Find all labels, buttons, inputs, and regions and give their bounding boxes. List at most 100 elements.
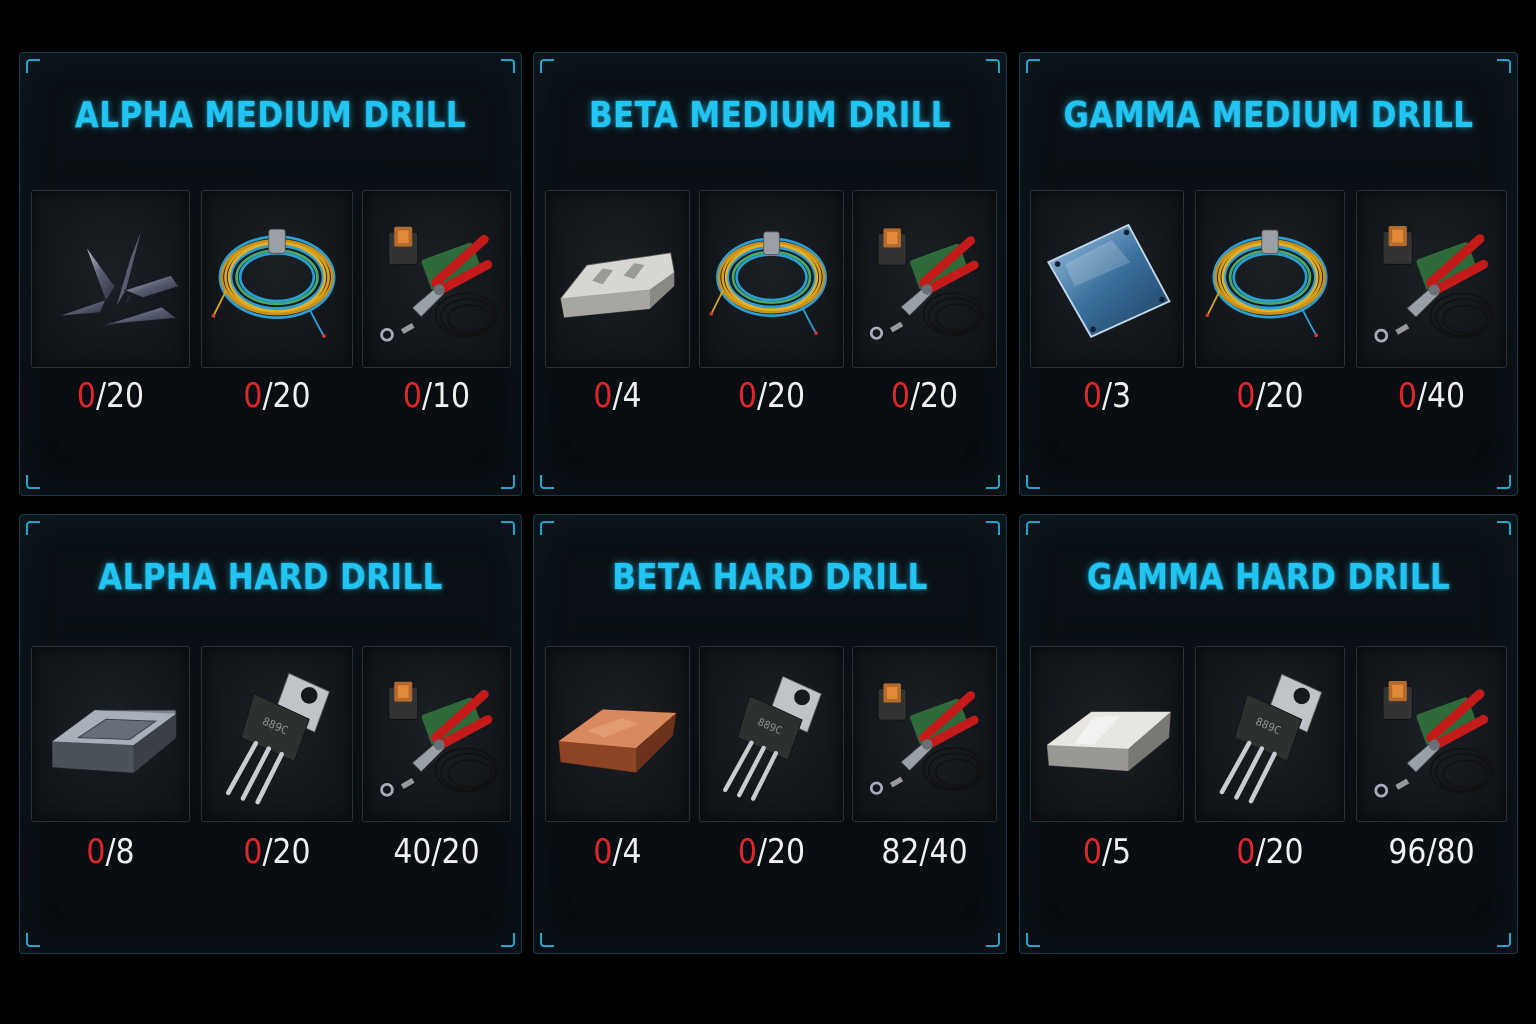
owned-amount: 0 [737,832,757,872]
recipe-title: ALPHA HARD DRILL [98,557,443,598]
frame-corner [1497,933,1511,947]
ingredient-slot[interactable] [1195,190,1345,368]
ingredient-count: 0/20 [41,376,181,416]
ingredient-slot[interactable] [545,646,690,822]
ingredient-count: 0/8 [41,832,181,872]
metal-bar-icon [552,197,683,361]
required-amount: /8 [105,832,135,872]
owned-amount: 0 [243,376,263,416]
ingredient-slot[interactable] [31,646,190,822]
ingredient-slot[interactable] [1030,190,1184,368]
recipe-title: BETA MEDIUM DRILL [589,95,951,136]
frame-corner [986,933,1000,947]
ingredient-slot[interactable] [852,646,997,822]
glass-plate-icon [1037,197,1177,361]
owned-amount: 0 [593,376,613,416]
owned-amount: 0 [1082,376,1102,416]
ingredient-slot[interactable] [852,190,997,368]
owned-amount: 96 [1388,832,1427,872]
ingredient-count: 0/20 [1204,832,1336,872]
owned-amount: 0 [86,832,106,872]
frame-corner [1026,475,1040,489]
frame-corner [1497,521,1511,535]
owned-amount: 0 [737,376,757,416]
frame-corner [26,521,40,535]
tool-kit-icon [369,197,504,361]
ingredient-count: 0/4 [554,376,682,416]
ingredient-slot[interactable]: 889C [1195,646,1345,822]
ingredient-slot[interactable] [31,190,190,368]
frame-corner [540,521,554,535]
recipe-title: GAMMA MEDIUM DRILL [1063,95,1474,136]
required-amount: /20 [262,376,311,416]
recipe-title: BETA HARD DRILL [612,557,928,598]
ingredient-slot[interactable] [545,190,690,368]
owned-amount: 0 [243,832,263,872]
owned-amount: 82 [881,832,920,872]
owned-amount: 0 [402,376,422,416]
required-amount: /10 [421,376,471,416]
ingredient-count: 0/3 [1039,376,1175,416]
required-amount: /3 [1101,376,1132,416]
ingredient-slot[interactable] [1030,646,1184,822]
metal-shards-icon [38,197,183,361]
ingredient-slot[interactable] [699,190,844,368]
owned-amount: 0 [1397,376,1417,416]
recipe-title: GAMMA HARD DRILL [1086,557,1451,598]
frame-corner [540,933,554,947]
frame-corner [540,59,554,73]
required-amount: /20 [756,832,806,872]
frame-corner [1497,475,1511,489]
required-amount: /40 [1416,376,1466,416]
required-amount: /4 [612,376,642,416]
required-amount: /80 [1426,832,1475,872]
ingredient-count: 0/20 [1204,376,1336,416]
ingredient-count: 82/40 [861,832,989,872]
silver-ingot-icon [1037,653,1177,815]
ingredient-count: 40/20 [371,832,502,872]
frame-corner [501,475,515,489]
ingredient-slot[interactable] [1356,190,1507,368]
frame-corner [501,521,515,535]
ingredient-slot[interactable]: 889C [201,646,353,822]
drill-crafting-screen: ALPHA MEDIUM DRILL 0/20 0/20 0/10 BETA M… [0,0,1536,1024]
ingredient-slot[interactable] [201,190,353,368]
owned-amount: 0 [1236,376,1256,416]
ingredient-count: 0/40 [1365,376,1498,416]
wire-coil-icon [706,197,837,361]
wire-coil-icon [208,197,346,361]
tool-kit-icon [859,197,990,361]
owned-amount: 0 [76,376,96,416]
steel-ingot-icon [38,653,183,815]
frame-corner [1026,59,1040,73]
transistor-icon: 889C [1202,653,1338,815]
frame-corner [26,933,40,947]
ingredient-count: 0/20 [210,832,344,872]
ingredient-count: 0/20 [210,376,344,416]
ingredient-count: 0/10 [371,376,502,416]
frame-corner [540,475,554,489]
required-amount: /20 [431,832,480,872]
ingredient-count: 0/20 [708,832,836,872]
tool-kit-icon [1363,653,1500,815]
transistor-icon: 889C [706,653,837,815]
ingredient-slot[interactable] [1356,646,1507,822]
frame-corner [1026,521,1040,535]
copper-ingot-icon [552,653,683,815]
ingredient-slot[interactable] [362,646,511,822]
ingredient-slot[interactable]: 889C [699,646,844,822]
tool-kit-icon [1363,197,1500,361]
frame-corner [501,59,515,73]
required-amount: /40 [919,832,968,872]
required-amount: /20 [756,376,806,416]
ingredient-count: 96/80 [1365,832,1498,872]
ingredient-count: 0/4 [554,832,682,872]
ingredient-count: 0/5 [1039,832,1175,872]
recipe-title: ALPHA MEDIUM DRILL [74,95,467,136]
ingredient-count: 0/20 [708,376,836,416]
frame-corner [1026,933,1040,947]
ingredient-slot[interactable] [362,190,511,368]
tool-kit-icon [859,653,990,815]
required-amount: /20 [1255,832,1304,872]
owned-amount: 40 [393,832,432,872]
